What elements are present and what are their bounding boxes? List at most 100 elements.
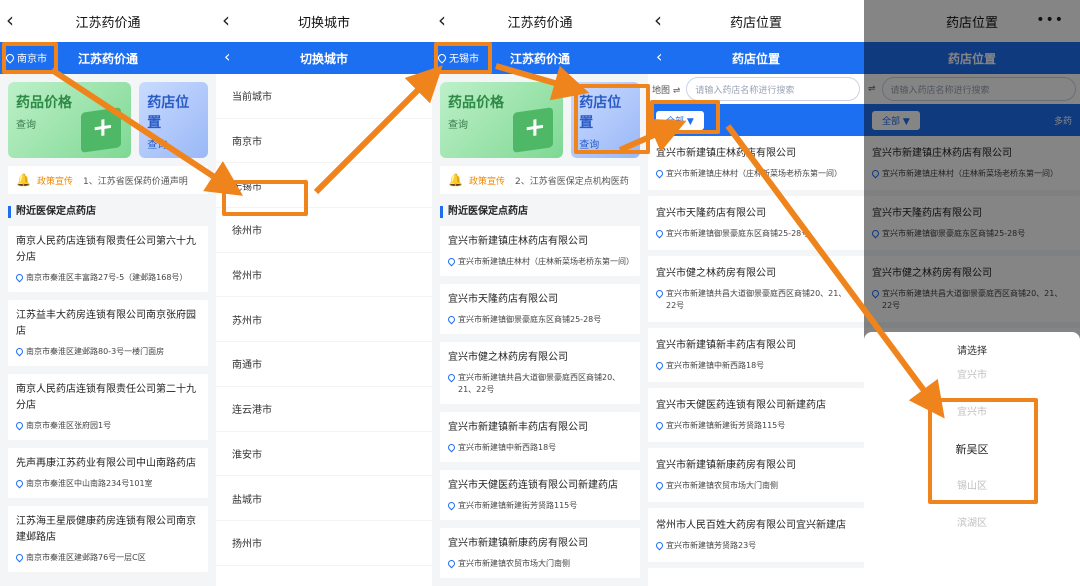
- location-pin-icon: [14, 478, 25, 489]
- list-item[interactable]: 江苏益丰大药房连锁有限公司南京张府园店南京市秦淮区建邺路80-3号一楼门面房: [8, 300, 208, 366]
- city-item[interactable]: 常州市: [216, 253, 432, 298]
- app-title: 切换城市: [299, 51, 348, 66]
- pharmacy-name: 南京人民药店连锁有限责任公司第二十九分店: [16, 384, 196, 411]
- city-item[interactable]: 南通市: [216, 342, 432, 387]
- pharmacy-list: 宜兴市新建镇庄林药店有限公司 宜兴市新建镇庄林村（庄林新菜场老桥东第一间） 宜兴市…: [648, 136, 864, 568]
- pharmacy-address: 宜兴市新建镇共昌大道御景豪庭西区商铺20、21、22号: [654, 288, 856, 312]
- picker-title: 请选择: [957, 346, 987, 357]
- pharmacy-address: 宜兴市新建镇农贸市场大门南侧: [654, 480, 856, 492]
- pharmacy-address: 南京市秦淮区建邺路80-3号一楼门面房: [14, 346, 200, 358]
- list-item[interactable]: 宜兴市新建镇庄林药店有限公司 宜兴市新建镇庄林村（庄林新菜场老桥东第一间）: [648, 136, 864, 196]
- pharmacy-name: 宜兴市新建镇新丰药店有限公司: [656, 340, 796, 351]
- pharmacy-name: 宜兴市天健医药连锁有限公司新建药店: [656, 400, 826, 411]
- list-item[interactable]: 宜兴市新建镇新康药房有限公司宜兴市新建镇农贸市场大门南侧: [648, 448, 864, 508]
- list-item[interactable]: 南京人民药店连锁有限责任公司第二十九分店南京市秦淮区张府园1号: [8, 374, 208, 440]
- district-picker-sheet: 请选择 宜兴市 宜兴市 新吴区 锡山区 滨湖区: [864, 332, 1080, 586]
- list-item[interactable]: 宜兴市天健医药连锁有限公司新建药店 宜兴市新建镇新建街芳贤路115号: [440, 470, 640, 520]
- pharmacy-address: 宜兴市新建镇新建街芳贤路115号: [446, 500, 632, 512]
- pharmacy-name: 宜兴市天隆药店有限公司: [448, 294, 558, 305]
- policy-notice[interactable]: 🔔 政策宣传 1、江苏省医保药价通声明: [8, 166, 208, 194]
- address-text: 宜兴市新建镇御景豪庭东区商铺25-28号: [458, 315, 602, 324]
- address-text: 宜兴市新建镇中新西路18号: [458, 443, 557, 452]
- screen-switch-city: ‹ 切换城市 ‹ 切换城市 当前城市 南京市 无锡市 徐州市 常州市 苏州市 南…: [216, 0, 432, 586]
- drug-price-card[interactable]: 药品价格 查询: [440, 82, 564, 158]
- notice-text: 2、江苏省医保定点机构医药: [514, 176, 629, 187]
- city-selector[interactable]: 无锡市: [436, 50, 479, 65]
- list-item[interactable]: 宜兴市天隆药店有限公司 宜兴市新建镇御景豪庭东区商铺25-28号: [648, 196, 864, 256]
- location-pin-icon: [654, 168, 665, 179]
- drug-price-card[interactable]: 药品价格 查询: [8, 82, 132, 158]
- city-item[interactable]: 南京市: [216, 119, 432, 164]
- screen-district-picker: 药店位置 ••• 药店位置 ⇌ 请输入药店名称进行搜索 全部 ▼ 多药 宜兴市新…: [864, 0, 1080, 586]
- list-item[interactable]: 宜兴市新建镇庄林药店有限公司 宜兴市新建镇庄林村（庄林新菜场老桥东第一间）: [440, 226, 640, 276]
- app-header: 南京市 江苏药价通: [0, 42, 216, 74]
- address-text: 宜兴市新建镇庄林村（庄林新菜场老桥东第一间）: [666, 169, 842, 178]
- city-selector[interactable]: 南京市: [4, 50, 47, 65]
- app-title: 江苏药价通: [77, 51, 138, 66]
- address-text: 宜兴市新建镇芳贤路23号: [666, 541, 757, 550]
- address-text: 南京市秦淮区建邺路76号一层C区: [26, 553, 146, 562]
- pharmacy-address: 宜兴市新建镇共昌大道御景豪庭西区商铺20、21、22号: [446, 372, 632, 396]
- city-item[interactable]: 淮安市: [216, 432, 432, 477]
- picker-option[interactable]: 滨湖区: [864, 505, 1080, 542]
- list-item[interactable]: 先声再康江苏药业有限公司中山南路药店 南京市秦淮区中山南路234号101室: [8, 448, 208, 498]
- list-item[interactable]: 宜兴市天健医药连锁有限公司新建药店 宜兴市新建镇新建街芳贤路115号: [648, 388, 864, 448]
- search-input[interactable]: 请输入药店名称进行搜索: [686, 77, 860, 101]
- back-arrow-icon[interactable]: ‹: [222, 9, 230, 31]
- pharmacy-name: 宜兴市新建镇新康药房有限公司: [656, 460, 796, 471]
- back-arrow-icon[interactable]: ‹: [224, 47, 230, 66]
- screen-home-wuxi: ‹ 江苏药价通 无锡市 江苏药价通 药品价格 查询 药店位置 查询 🔔 政策宣传…: [432, 0, 648, 586]
- city-item[interactable]: 连云港市: [216, 387, 432, 432]
- picker-option[interactable]: 宜兴市: [864, 394, 1080, 431]
- nav-title: 江苏药价通: [507, 15, 573, 31]
- pharmacy-location-card[interactable]: 药店位置 查询: [139, 82, 208, 158]
- city-item[interactable]: 徐州市: [216, 208, 432, 253]
- location-pin-icon: [14, 272, 25, 283]
- map-toggle[interactable]: 地图 ⇌: [652, 83, 680, 96]
- picker-option[interactable]: 宜兴市: [864, 357, 1080, 394]
- list-item[interactable]: 江苏海王星辰健康药房连锁有限公司南京建邺路店 南京市秦淮区建邺路76号一层C区: [8, 506, 208, 572]
- pharmacy-location-card[interactable]: 药店位置 查询: [571, 82, 640, 158]
- nav-bar: ‹ 药店位置: [648, 0, 864, 42]
- back-arrow-icon[interactable]: ‹: [438, 9, 446, 31]
- nav-bar: ‹ 切换城市: [216, 0, 432, 42]
- pharmacy-name: 宜兴市健之林药房有限公司: [448, 352, 568, 363]
- location-pin-icon: [654, 228, 665, 239]
- city-item-current: 当前城市: [216, 74, 432, 119]
- pharmacy-address: 宜兴市新建镇中新西路18号: [654, 360, 856, 372]
- location-pin-icon: [446, 500, 457, 511]
- back-arrow-icon[interactable]: ‹: [656, 47, 662, 66]
- medicine-box-icon: [513, 107, 554, 153]
- address-text: 南京市秦淮区建邺路80-3号一楼门面房: [26, 347, 165, 356]
- city-item[interactable]: 无锡市: [216, 163, 432, 209]
- location-pin-icon: [446, 256, 457, 267]
- district-filter-button[interactable]: 全部 ▼: [656, 110, 704, 130]
- bell-icon: 🔔: [16, 173, 31, 187]
- list-item[interactable]: 宜兴市新建镇新康药房有限公司 宜兴市新建镇农贸市场大门南侧: [440, 528, 640, 578]
- pharmacy-name: 江苏益丰大药房连锁有限公司南京张府园店: [16, 310, 196, 337]
- notice-text: 1、江苏省医保药价通声明: [82, 176, 188, 187]
- pharmacy-address: 宜兴市新建镇庄林村（庄林新菜场老桥东第一间）: [446, 256, 634, 268]
- list-item[interactable]: 常州市人民百姓大药房有限公司宜兴新建店 宜兴市新建镇芳贤路23号: [648, 508, 864, 568]
- picker-option[interactable]: 锡山区: [864, 468, 1080, 505]
- city-item[interactable]: 扬州市: [216, 521, 432, 566]
- list-item[interactable]: 宜兴市新建镇新丰药店有限公司 宜兴市新建镇中新西路18号: [440, 412, 640, 462]
- list-item[interactable]: 宜兴市新建镇新丰药店有限公司宜兴市新建镇中新西路18号: [648, 328, 864, 388]
- list-item[interactable]: 宜兴市健之林药房有限公司宜兴市新建镇共昌大道御景豪庭西区商铺20、21、22号: [440, 342, 640, 404]
- policy-notice[interactable]: 🔔 政策宣传 2、江苏省医保定点机构医药: [440, 166, 640, 194]
- picker-option-selected[interactable]: 新吴区: [864, 431, 1080, 468]
- location-pin-icon: [654, 288, 665, 299]
- city-item[interactable]: 苏州市: [216, 297, 432, 343]
- address-text: 宜兴市新建镇共昌大道御景豪庭西区商铺20、21、22号: [666, 289, 847, 310]
- list-item[interactable]: 南京人民药店连锁有限责任公司第六十九分店 南京市秦淮区丰富路27号-5（建邺路16…: [8, 226, 208, 292]
- nav-title: 切换城市: [297, 15, 350, 31]
- back-arrow-icon[interactable]: ‹: [6, 9, 14, 31]
- entry-cards: 药品价格 查询 药店位置 查询: [0, 74, 216, 158]
- city-item[interactable]: 盐城市: [216, 476, 432, 521]
- list-item[interactable]: 宜兴市天隆药店有限公司宜兴市新建镇御景豪庭东区商铺25-28号: [440, 284, 640, 334]
- app-title: 药店位置: [731, 51, 780, 66]
- list-item[interactable]: 宜兴市健之林药房有限公司 宜兴市新建镇共昌大道御景豪庭西区商铺20、21、22号: [648, 256, 864, 328]
- back-arrow-icon[interactable]: ‹: [654, 9, 662, 31]
- app-header: ‹ 药店位置: [648, 42, 864, 74]
- address-text: 南京市秦淮区张府园1号: [26, 421, 112, 430]
